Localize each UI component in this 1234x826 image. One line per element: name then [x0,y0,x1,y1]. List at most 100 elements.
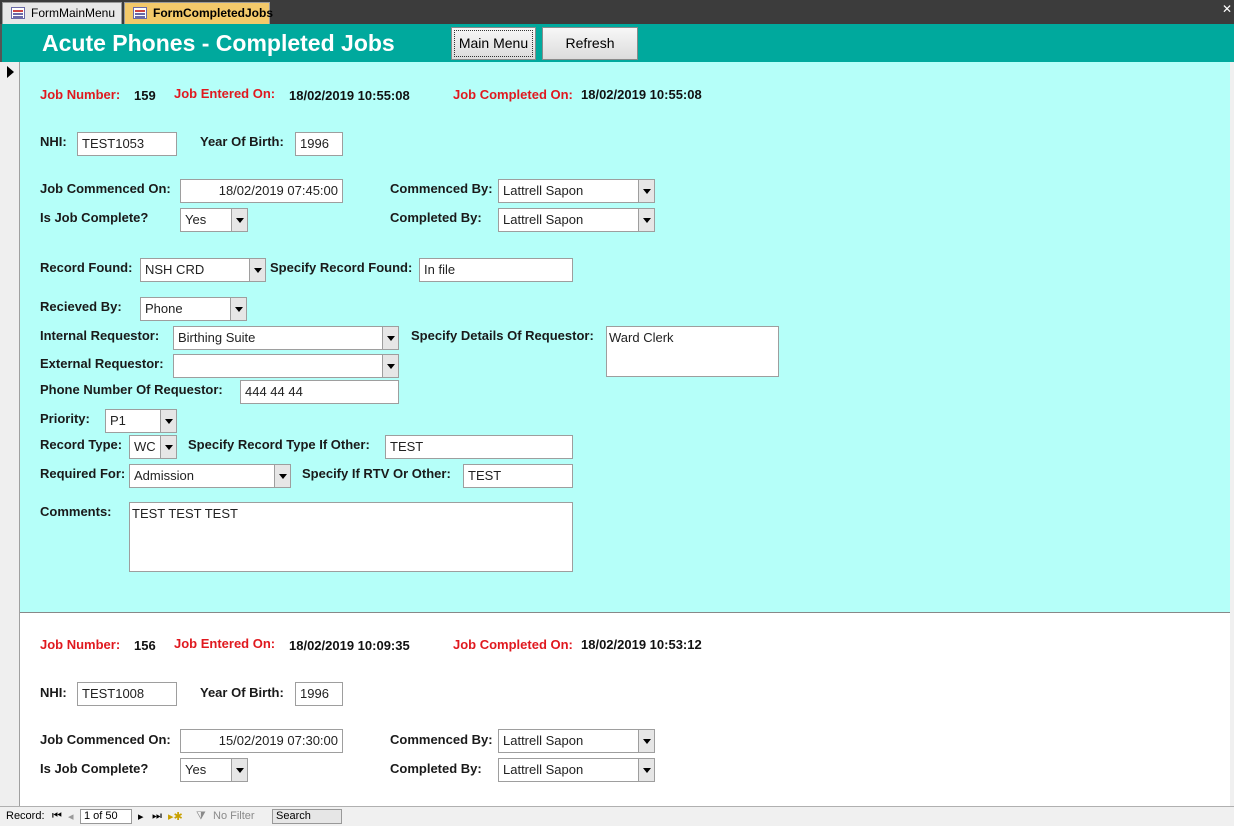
comments-label: Comments: [40,504,112,519]
record-found-combo[interactable]: NSH CRD [140,258,266,282]
tab-label: FormCompletedJobs [153,6,274,20]
job-number-label: Job Number: [40,637,121,652]
job-number-value: 159 [134,88,156,103]
recieved-by-label: Recieved By: [40,299,122,314]
job-number-label: Job Number: [40,87,121,102]
specify-details-of-requestor-label: Specify Details Of Requestor: [411,328,594,343]
document-tab-bar: FormMainMenu FormCompletedJobs ✕ [0,0,1234,24]
combo-value: Birthing Suite [178,330,256,345]
specify-record-found-field[interactable]: In file [419,258,573,282]
job-commenced-on-label: Job Commenced On: [40,181,171,196]
year-of-birth-field[interactable]: 1996 [295,682,343,706]
no-filter-label[interactable]: No Filter [213,810,255,822]
completed-by-label: Completed By: [390,761,482,776]
current-record-field[interactable]: 1 of 50 [80,809,132,824]
record-selector[interactable] [0,612,20,806]
combo-value: Lattrell Sapon [503,212,584,227]
form-icon [133,7,147,19]
external-requestor-label: External Requestor: [40,356,164,371]
dropdown-arrow-icon[interactable] [638,759,654,781]
specify-record-found-label: Specify Record Found: [270,260,413,275]
last-record-icon[interactable]: ⏭ [152,810,162,823]
combo-value: Lattrell Sapon [503,183,584,198]
dropdown-arrow-icon[interactable] [160,436,176,458]
dropdown-arrow-icon[interactable] [638,180,654,202]
combo-value: NSH CRD [145,262,205,277]
specify-record-type-if-other-label: Specify Record Type If Other: [188,437,370,452]
new-record-icon[interactable]: ▸✱ [168,810,183,823]
is-job-complete-combo[interactable]: Yes [180,758,248,782]
completed-by-combo[interactable]: Lattrell Sapon [498,208,655,232]
record-detail: Job Number: 159 Job Entered On: 18/02/20… [20,62,1230,612]
dropdown-arrow-icon[interactable] [230,298,246,320]
dropdown-arrow-icon[interactable] [249,259,265,281]
commenced-by-combo[interactable]: Lattrell Sapon [498,729,655,753]
vertical-scrollbar[interactable] [1230,62,1234,806]
record-type-label: Record Type: [40,437,123,452]
commenced-by-label: Commenced By: [390,181,493,196]
nhi-label: NHI: [40,134,67,149]
year-of-birth-label: Year Of Birth: [200,685,284,700]
dropdown-arrow-icon[interactable] [274,465,290,487]
tab-form-completed-jobs[interactable]: FormCompletedJobs [124,2,274,24]
external-requestor-combo[interactable] [173,354,399,378]
completed-by-combo[interactable]: Lattrell Sapon [498,758,655,782]
close-icon[interactable]: ✕ [1222,2,1232,16]
job-completed-on-label: Job Completed On: [453,637,573,652]
combo-value: Admission [134,468,194,483]
required-for-combo[interactable]: Admission [129,464,291,488]
no-filter-icon[interactable]: ⧩ [196,810,206,823]
nhi-field[interactable]: TEST1053 [77,132,177,156]
main-menu-button[interactable]: Main Menu [451,27,536,60]
dropdown-arrow-icon[interactable] [231,209,247,231]
record-found-label: Record Found: [40,260,133,275]
refresh-button[interactable]: Refresh [542,27,638,60]
phone-number-of-requestor-label: Phone Number Of Requestor: [40,382,223,397]
priority-label: Priority: [40,411,90,426]
specify-details-of-requestor-field[interactable]: Ward Clerk [606,326,779,377]
nhi-label: NHI: [40,685,67,700]
form-header: Acute Phones - Completed Jobs Main Menu … [0,24,1234,62]
phone-number-of-requestor-field[interactable]: 444 44 44 [240,380,399,404]
year-of-birth-field[interactable]: 1996 [295,132,343,156]
commenced-by-combo[interactable]: Lattrell Sapon [498,179,655,203]
comments-field[interactable]: TEST TEST TEST [129,502,573,572]
required-for-label: Required For: [40,466,126,481]
completed-by-label: Completed By: [390,210,482,225]
first-record-icon[interactable]: ⏮ [52,810,62,823]
priority-combo[interactable]: P1 [105,409,177,433]
specify-if-rtv-or-other-label: Specify If RTV Or Other: [302,466,451,481]
form-icon [11,7,25,19]
job-entered-on-label: Job Entered On: [174,86,276,101]
specify-if-rtv-or-other-field[interactable]: TEST [463,464,573,488]
record-type-combo[interactable]: WC [129,435,177,459]
previous-record-icon[interactable]: ◂ [68,810,74,823]
record-selector-current[interactable] [0,62,20,612]
job-entered-on-label: Job Entered On: [174,636,276,651]
recieved-by-combo[interactable]: Phone [140,297,247,321]
dropdown-arrow-icon[interactable] [638,730,654,752]
internal-requestor-combo[interactable]: Birthing Suite [173,326,399,350]
combo-value: Lattrell Sapon [503,762,584,777]
nhi-field[interactable]: TEST1008 [77,682,177,706]
is-job-complete-combo[interactable]: Yes [180,208,248,232]
dropdown-arrow-icon[interactable] [382,355,398,377]
combo-value: Yes [185,212,207,227]
next-record-icon[interactable]: ▸ [138,810,144,823]
combo-value: WC [134,439,156,454]
dropdown-arrow-icon[interactable] [160,410,176,432]
internal-requestor-label: Internal Requestor: [40,328,160,343]
job-commenced-on-field[interactable]: 15/02/2019 07:30:00 [180,729,343,753]
job-entered-on-value: 18/02/2019 10:55:08 [289,88,410,103]
combo-value: Lattrell Sapon [503,733,584,748]
dropdown-arrow-icon[interactable] [382,327,398,349]
is-job-complete-label: Is Job Complete? [40,761,149,776]
combo-value: Phone [145,301,183,316]
job-commenced-on-field[interactable]: 18/02/2019 07:45:00 [180,179,343,203]
current-record-arrow-icon [7,66,14,78]
specify-record-type-if-other-field[interactable]: TEST [385,435,573,459]
dropdown-arrow-icon[interactable] [638,209,654,231]
dropdown-arrow-icon[interactable] [231,759,247,781]
tab-form-main-menu[interactable]: FormMainMenu [2,2,122,24]
search-field[interactable]: Search [272,809,342,824]
